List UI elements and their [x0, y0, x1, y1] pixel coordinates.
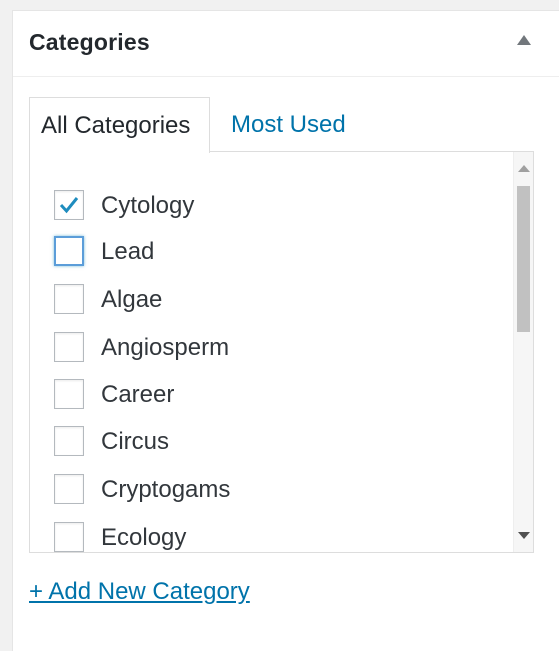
list-item: Ecology	[54, 522, 494, 552]
add-new-category-link[interactable]: + Add New Category	[29, 578, 250, 606]
category-label[interactable]: Career	[101, 380, 174, 410]
category-checklist-panel: Cytology Lead Algae Angiosperm Career Ci	[29, 151, 534, 553]
list-item: Circus	[54, 426, 494, 466]
list-item: Cryptogams	[54, 474, 494, 514]
category-checklist: Cytology Lead Algae Angiosperm Career Ci	[30, 152, 513, 552]
category-checkbox-ecology[interactable]	[54, 522, 84, 552]
scrollbar-thumb[interactable]	[517, 186, 530, 332]
category-label[interactable]: Algae	[101, 285, 162, 315]
category-checkbox-career[interactable]	[54, 379, 84, 409]
list-item: Algae	[54, 284, 494, 324]
list-item: Angiosperm	[54, 332, 494, 372]
category-checkbox-circus[interactable]	[54, 426, 84, 456]
box-title: Categories	[29, 29, 150, 55]
category-tabs: All Categories Most Used	[29, 97, 534, 153]
tab-all-categories[interactable]: All Categories	[29, 97, 210, 153]
category-checkbox-lead[interactable]	[54, 236, 84, 266]
category-label[interactable]: Ecology	[101, 523, 186, 552]
scroll-up-arrow-icon[interactable]	[518, 165, 530, 172]
list-item: Cytology	[54, 190, 494, 230]
list-item: Career	[54, 379, 494, 419]
category-label[interactable]: Lead	[101, 237, 154, 267]
collapse-toggle-icon[interactable]	[517, 35, 531, 45]
checkmark-icon	[59, 197, 79, 214]
category-checkbox-angiosperm[interactable]	[54, 332, 84, 362]
category-label[interactable]: Cytology	[101, 191, 194, 221]
checklist-scrollbar[interactable]	[513, 152, 533, 552]
category-checkbox-algae[interactable]	[54, 284, 84, 314]
list-item: Lead	[54, 236, 494, 276]
category-label[interactable]: Circus	[101, 427, 169, 457]
categories-box: Categories All Categories Most Used Cyto…	[12, 10, 559, 651]
tab-most-used[interactable]: Most Used	[231, 97, 346, 152]
category-label[interactable]: Cryptogams	[101, 475, 230, 505]
category-checkbox-cryptogams[interactable]	[54, 474, 84, 504]
scroll-down-arrow-icon[interactable]	[518, 532, 530, 539]
category-label[interactable]: Angiosperm	[101, 333, 229, 363]
category-checkbox-cytology[interactable]	[54, 190, 84, 220]
box-header[interactable]: Categories	[13, 11, 559, 77]
